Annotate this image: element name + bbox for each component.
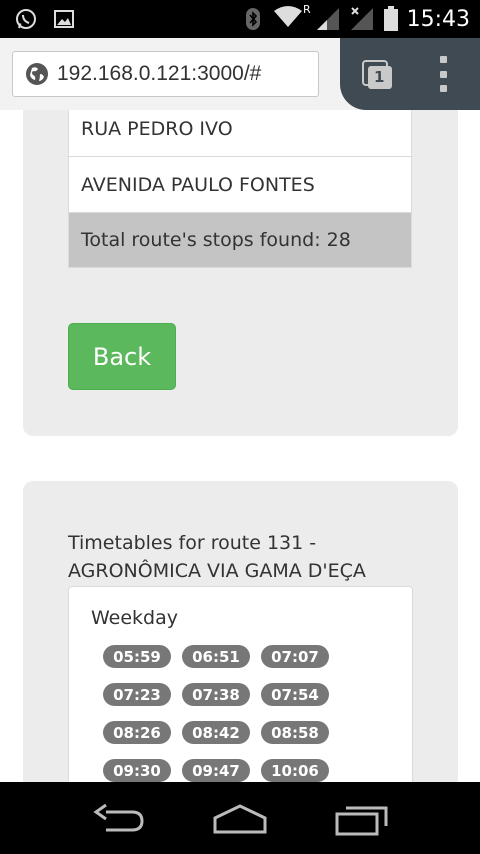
stop-item: RUA PEDRO IVO [69,110,411,157]
home-icon[interactable] [212,802,268,836]
signal-no-sim-icon [350,7,373,30]
clock: 15:43 [406,6,470,32]
browser-toolbar: 192.168.0.121:3000/# 1 [0,38,480,110]
overflow-menu-icon[interactable] [436,56,450,92]
notification-icons [14,7,76,31]
time-badge: 05:59 [103,645,171,668]
tabs-button[interactable]: 1 [362,60,394,90]
time-badge: 09:30 [103,759,171,782]
status-bar: R 15:43 [0,0,480,38]
time-badge: 08:58 [261,721,329,744]
back-arrow-icon[interactable] [92,802,148,836]
menu-dot [439,70,447,78]
timetable-title: Timetables for route 131 - AGRONÔMICA VI… [68,532,366,582]
stop-item: AVENIDA PAULO FONTES [69,157,411,213]
time-badge: 09:47 [182,759,250,782]
menu-dot [439,56,447,63]
image-icon [54,10,74,28]
time-badge: 08:42 [182,721,250,744]
stops-total: Total route's stops found: 28 [69,213,411,267]
wifi-icon [273,6,302,27]
time-badge: 07:54 [261,683,329,706]
globe-icon [26,63,48,85]
tab-count: 1 [374,68,385,86]
system-navigation-bar [0,782,480,854]
departure-times: 05:59 06:51 07:07 07:23 07:38 07:54 08:2… [103,645,343,782]
time-badge: 07:38 [182,683,250,706]
whatsapp-icon [16,9,36,29]
back-button[interactable]: Back [68,323,176,390]
signal-icon [316,8,339,30]
time-badge: 07:23 [103,683,171,706]
timetable-card: Timetables for route 131 - AGRONÔMICA VI… [23,481,458,782]
time-badge: 06:51 [182,645,250,668]
wifi-status: R [273,3,311,33]
battery-icon [383,6,398,31]
route-stops-card: RUA PEDRO IVO AVENIDA PAULO FONTES Total… [23,110,458,436]
system-icons: R 15:43 [241,3,470,33]
roaming-indicator: R [302,3,311,16]
time-badge: 07:07 [261,645,329,668]
url-text: 192.168.0.121:3000/# [57,62,262,85]
bluetooth-icon [245,8,260,30]
weekday-timetable-panel: Weekday 05:59 06:51 07:07 07:23 07:38 07… [68,586,413,782]
stops-list: RUA PEDRO IVO AVENIDA PAULO FONTES Total… [68,110,412,268]
recent-apps-icon[interactable] [334,802,390,836]
time-badge: 08:26 [103,721,171,744]
menu-dot [439,85,447,92]
time-badge: 10:06 [261,759,329,782]
web-page: RUA PEDRO IVO AVENIDA PAULO FONTES Total… [0,110,480,782]
day-type-label: Weekday [91,607,179,629]
toolbar-actions-area [340,38,480,110]
url-bar[interactable]: 192.168.0.121:3000/# [12,51,319,97]
